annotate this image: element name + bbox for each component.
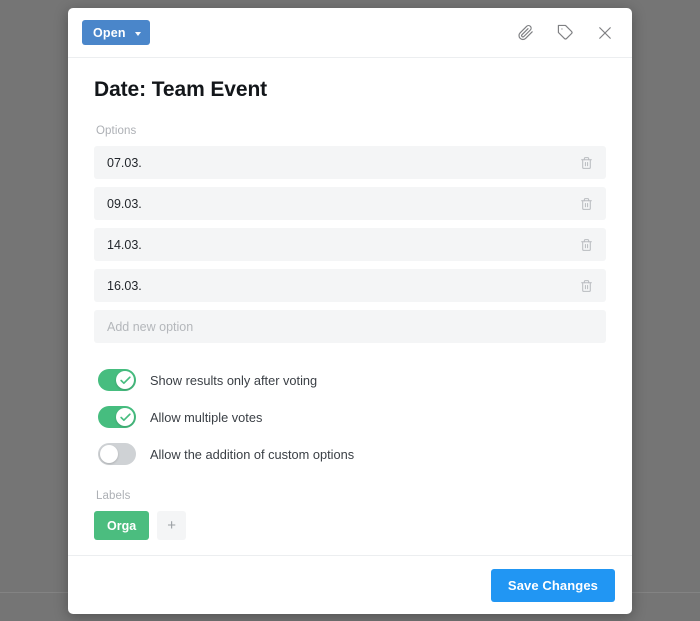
save-changes-button[interactable]: Save Changes: [490, 568, 615, 602]
option-text: 16.03.: [107, 278, 142, 293]
label-chip-list: Orga +: [94, 511, 606, 540]
option-text: 14.03.: [107, 237, 142, 252]
toggle-show-results-after-voting[interactable]: [98, 369, 136, 391]
toggle-allow-multiple-votes[interactable]: [98, 406, 136, 428]
add-new-option-placeholder: Add new option: [107, 319, 194, 334]
toggle-knob: [116, 371, 134, 389]
header-icon-group: [515, 23, 615, 43]
setting-show-results-after-voting: Show results only after voting: [94, 365, 606, 395]
page-title: Date: Team Event: [94, 78, 268, 101]
label-chip-orga[interactable]: Orga: [94, 511, 150, 540]
trash-icon[interactable]: [578, 154, 594, 172]
setting-allow-custom-options: Allow the addition of custom options: [94, 439, 606, 469]
trash-icon[interactable]: [578, 277, 594, 295]
setting-label: Allow multiple votes: [150, 409, 263, 425]
setting-label: Show results only after voting: [150, 372, 318, 388]
options-section-label: Options: [96, 125, 137, 137]
option-row[interactable]: 09.03.: [94, 187, 606, 220]
poll-edit-dialog: Open Date: Team Event Options 07.03. 09.…: [68, 8, 632, 614]
option-row[interactable]: 14.03.: [94, 228, 606, 261]
poll-status-label: Open: [93, 25, 126, 40]
labels-section-label: Labels: [96, 490, 131, 502]
setting-label: Allow the addition of custom options: [150, 446, 355, 462]
close-icon[interactable]: [595, 23, 615, 43]
toggle-knob: [116, 408, 134, 426]
option-row[interactable]: 16.03.: [94, 269, 606, 302]
add-new-option-input[interactable]: Add new option: [94, 310, 606, 343]
option-text: 09.03.: [107, 196, 142, 211]
dialog-header: Open: [68, 8, 632, 58]
options-list: 07.03. 09.03. 14.03. 16.03. Add new opti…: [94, 146, 606, 343]
toggle-knob: [100, 445, 118, 463]
add-label-button[interactable]: +: [157, 511, 187, 540]
dialog-footer: Save Changes: [68, 555, 632, 614]
option-row[interactable]: 07.03.: [94, 146, 606, 179]
chevron-down-icon: [134, 31, 141, 36]
labels-section: Labels Orga +: [94, 490, 606, 540]
trash-icon[interactable]: [578, 195, 594, 213]
label-tag-icon[interactable]: [555, 23, 575, 43]
option-text: 07.03.: [107, 155, 142, 170]
toggle-allow-custom-options[interactable]: [98, 443, 136, 465]
poll-status-button[interactable]: Open: [82, 20, 150, 45]
dialog-body: Date: Team Event Options 07.03. 09.03. 1…: [68, 58, 632, 555]
attachment-icon[interactable]: [515, 23, 535, 43]
trash-icon[interactable]: [578, 236, 594, 254]
setting-allow-multiple-votes: Allow multiple votes: [94, 402, 606, 432]
poll-settings-list: Show results only after voting Allow mul…: [94, 365, 606, 469]
